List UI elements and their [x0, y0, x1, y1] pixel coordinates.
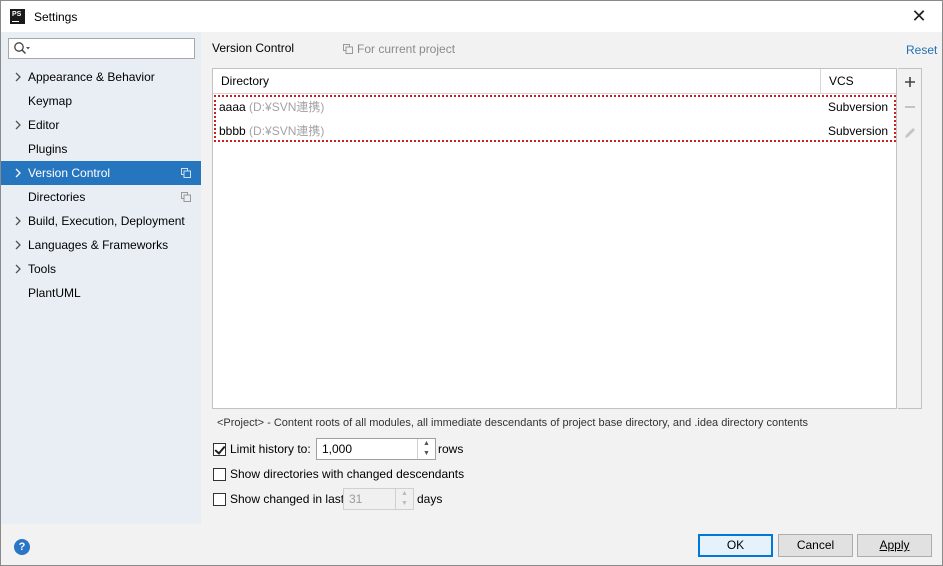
sidebar-item-label: Plugins [28, 142, 68, 156]
sidebar-item-build-execution-deployment[interactable]: Build, Execution, Deployment [1, 209, 201, 233]
chevron-right-icon [15, 216, 21, 226]
show-directories-label: Show directories with changed descendant… [230, 467, 465, 481]
directory-cell: bbbb (D:¥SVN連携) [219, 124, 325, 138]
sidebar-item-tools[interactable]: Tools [1, 257, 201, 281]
limit-history-value: 1,000 [322, 442, 353, 456]
chevron-right-icon [15, 120, 21, 130]
show-changed-days-stepper[interactable]: 31 ▲ ▼ [343, 488, 414, 510]
vcs-cell: Subversion [828, 124, 889, 138]
dialog-footer: ? OK Cancel Apply [1, 524, 942, 565]
sidebar-item-languages-frameworks[interactable]: Languages & Frameworks [1, 233, 201, 257]
settings-sidebar: Appearance & Behavior Keymap Editor Plug… [1, 32, 201, 524]
project-scope-icon [181, 168, 191, 178]
sidebar-item-label: Languages & Frameworks [28, 238, 169, 252]
vcs-cell: Subversion [828, 100, 889, 114]
chevron-right-icon [15, 264, 21, 274]
vcs-mappings-table: Directory VCS aaaa (D:¥SVN連携) Subversion… [212, 68, 897, 409]
show-changed-value: 31 [349, 492, 363, 506]
sidebar-item-plantuml[interactable]: PlantUML [1, 281, 201, 305]
sidebar-item-plugins[interactable]: Plugins [1, 137, 201, 161]
sidebar-item-label: Version Control [28, 166, 111, 180]
show-changed-label: Show changed in last [230, 492, 345, 506]
settings-search-input[interactable] [8, 38, 195, 59]
rows-label: rows [438, 442, 464, 456]
cancel-button[interactable]: Cancel [778, 534, 853, 557]
reset-link[interactable]: Reset [906, 43, 937, 57]
sidebar-item-version-control[interactable]: Version Control [1, 161, 201, 185]
settings-content: Version Control For current project Rese… [201, 32, 942, 524]
show-changed-option: Show changed in last [213, 489, 353, 509]
project-scope-icon [343, 44, 353, 54]
sidebar-item-label: Appearance & Behavior [28, 70, 155, 84]
sidebar-item-label: Editor [28, 118, 60, 132]
title-bar: PS Settings ✕ [1, 1, 942, 32]
scope-label: For current project [343, 42, 455, 56]
chevron-right-icon [15, 240, 21, 250]
stepper-arrows: ▲ ▼ [417, 439, 435, 459]
sidebar-item-label: Build, Execution, Deployment [28, 214, 185, 228]
chevron-down-icon[interactable]: ▼ [396, 499, 413, 509]
sidebar-item-label: PlantUML [28, 286, 81, 300]
column-header-vcs[interactable]: VCS [821, 69, 896, 94]
page-title: Version Control [212, 41, 295, 55]
remove-icon[interactable] [902, 99, 918, 115]
sidebar-item-keymap[interactable]: Keymap [1, 89, 201, 113]
apply-button-label: Apply [879, 538, 910, 552]
limit-history-stepper[interactable]: 1,000 ▲ ▼ [316, 438, 436, 460]
limit-history-checkbox[interactable] [213, 443, 226, 456]
stepper-arrows: ▲ ▼ [395, 489, 413, 509]
apply-button[interactable]: Apply [857, 534, 932, 557]
add-icon[interactable] [902, 74, 918, 90]
sidebar-item-label: Directories [28, 190, 86, 204]
sidebar-item-appearance-behavior[interactable]: Appearance & Behavior [1, 65, 201, 89]
directory-cell: aaaa (D:¥SVN連携) [219, 100, 325, 114]
ok-button[interactable]: OK [698, 534, 773, 557]
chevron-right-icon [15, 72, 21, 82]
show-changed-checkbox[interactable] [213, 493, 226, 506]
sidebar-item-editor[interactable]: Editor [1, 113, 201, 137]
chevron-down-icon[interactable]: ▼ [418, 449, 435, 459]
chevron-up-icon[interactable]: ▲ [418, 439, 435, 449]
limit-history-label: Limit history to: [230, 442, 311, 456]
help-icon[interactable]: ? [14, 539, 30, 555]
close-icon[interactable]: ✕ [906, 5, 932, 27]
window-title: Settings [34, 10, 78, 24]
phpstorm-app-icon: PS [10, 9, 25, 24]
show-directories-checkbox[interactable] [213, 468, 226, 481]
table-row[interactable]: bbbb (D:¥SVN連携) Subversion [213, 119, 896, 143]
table-row[interactable]: aaaa (D:¥SVN連携) Subversion [213, 95, 896, 119]
sidebar-item-label: Tools [28, 262, 57, 276]
days-label: days [417, 492, 443, 506]
chevron-up-icon[interactable]: ▲ [396, 489, 413, 499]
sidebar-item-directories[interactable]: Directories [1, 185, 201, 209]
project-scope-icon [181, 192, 191, 202]
search-icon [14, 42, 30, 55]
show-directories-option: Show directories with changed descendant… [213, 464, 513, 484]
table-toolbar [898, 68, 922, 409]
settings-window: PS Settings ✕ Appearance & Behavior Keym… [0, 0, 943, 566]
column-header-directory[interactable]: Directory [213, 69, 821, 94]
sidebar-item-label: Keymap [28, 94, 73, 108]
project-note: <Project> - Content roots of all modules… [217, 417, 809, 429]
chevron-right-icon [15, 168, 21, 178]
edit-pencil-icon[interactable] [902, 125, 918, 141]
